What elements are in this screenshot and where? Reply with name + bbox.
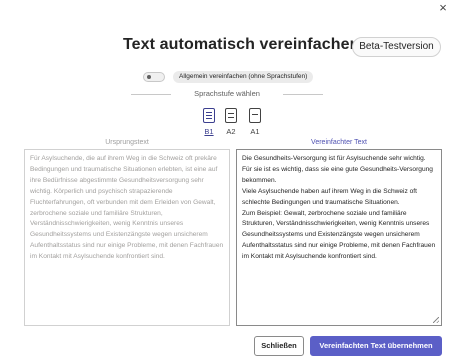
original-text-area: Für Asylsuchende, die auf ihrem Weg in d… <box>24 149 230 326</box>
language-level-option-a1[interactable]: A1 <box>247 108 263 136</box>
document-icon <box>203 108 215 123</box>
close-icon[interactable]: × <box>435 0 451 16</box>
beta-badge: Beta-Testversion <box>352 37 441 57</box>
dialog-title: Text automatisch vereinfachen <box>123 36 360 53</box>
simplified-text-content: Die Gesundheits-Versorgung ist für Asyls… <box>242 155 436 261</box>
apply-simplified-text-button[interactable]: Vereinfachten Text übernehmen <box>310 336 442 356</box>
document-icon <box>249 108 261 123</box>
close-button[interactable]: Schließen <box>254 336 304 356</box>
language-level-label: A1 <box>250 127 260 136</box>
original-text-heading: Ursprungstext <box>105 139 149 146</box>
language-level-label: B1 <box>204 127 214 136</box>
simplified-text-area[interactable]: Die Gesundheits-Versorgung ist für Asyls… <box>236 149 442 326</box>
simplify-text-dialog: × Text automatisch vereinfachen Beta-Tes… <box>0 0 453 363</box>
document-icon <box>225 108 237 123</box>
general-simplify-toggle-row: Allgemein vereinfachen (ohne Sprachstufe… <box>143 71 314 83</box>
language-level-option-b1[interactable]: B1 <box>201 108 217 136</box>
language-level-heading: Sprachstufe wählen <box>131 88 323 100</box>
resize-handle-icon[interactable] <box>433 317 439 323</box>
original-text-content: Für Asylsuchende, die auf ihrem Weg in d… <box>30 155 224 261</box>
general-simplify-toggle[interactable] <box>143 72 165 82</box>
divider-line-right <box>283 94 323 95</box>
language-level-option-a2[interactable]: A2 <box>223 108 239 136</box>
simplified-text-heading: Vereinfachter Text <box>311 139 367 146</box>
general-simplify-label: Allgemein vereinfachen (ohne Sprachstufe… <box>173 71 314 83</box>
language-level-label: A2 <box>226 127 236 136</box>
